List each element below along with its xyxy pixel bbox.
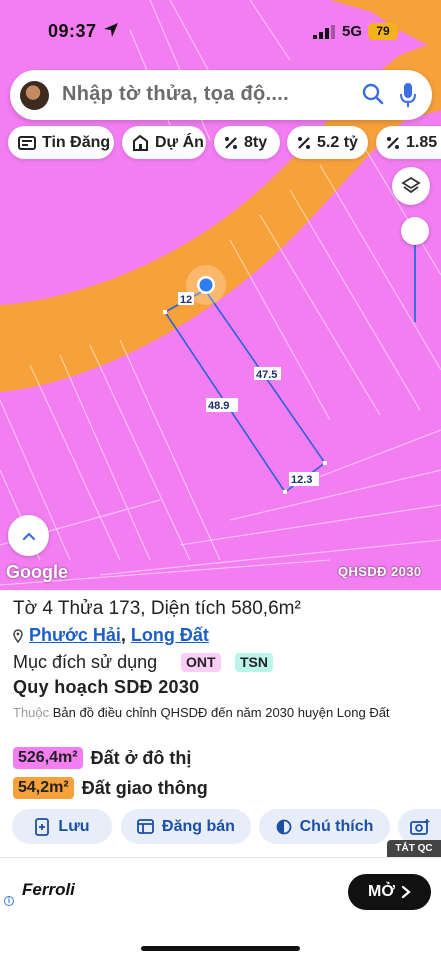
filter-chips: Tin Đăng Dự Án 8ty 5.2 tỷ 1.85 (0, 126, 441, 160)
percent-icon (225, 136, 237, 149)
opacity-slider-knob[interactable] (401, 217, 429, 245)
ad-open-button[interactable]: MỞ (348, 874, 431, 910)
parcel-location: Phước Hải, Long Đất (13, 625, 209, 646)
parcel-edge-labels: 12 47.5 48.9 12.3 (178, 292, 319, 486)
save-button[interactable]: Lưu (12, 809, 112, 844)
plan-title: Quy hoạch SDĐ 2030 (13, 677, 200, 697)
area-row-residential: 526,4m² Đất ở đô thị (13, 747, 191, 769)
battery-icon: 79 (368, 23, 398, 40)
parcel-title: Tờ 4 Thửa 173, Diện tích 580,6m² (13, 598, 301, 619)
building-icon (133, 134, 148, 151)
legend-label: Chú thích (299, 817, 374, 835)
network-type: 5G (342, 23, 363, 40)
layers-button[interactable] (392, 167, 430, 205)
clock: 09:37 (48, 21, 97, 41)
map-view[interactable]: 12 47.5 48.9 12.3 09:37 5G 79 Nhập tờ th… (0, 0, 441, 590)
district-link[interactable]: Long Đất (131, 625, 209, 645)
action-buttons: Lưu Đăng bán Chú thích (0, 809, 441, 845)
legend-icon (276, 819, 292, 834)
chip-label: 5.2 tỷ (317, 133, 358, 151)
current-location-icon (199, 278, 213, 292)
chip-label: Dự Án (155, 133, 204, 151)
chip-5-2-ty[interactable]: 5.2 tỷ (287, 126, 368, 159)
post-listing-button[interactable]: Đăng bán (121, 809, 251, 844)
chevron-right-icon (401, 886, 411, 898)
plan-description: Thuộc Bản đồ điều chỉnh QHSDĐ đến năm 20… (13, 703, 433, 723)
map-pin-icon (13, 629, 23, 644)
edge-label-left: 48.9 (208, 400, 229, 412)
save-label: Lưu (58, 817, 90, 835)
percent-icon (387, 136, 399, 149)
ad-info-icon[interactable]: i (4, 896, 14, 906)
search-input[interactable]: Nhập tờ thửa, tọa độ.... (62, 83, 289, 106)
chip-label: 1.85 (406, 133, 438, 151)
area-name: Đất ở đô thị (90, 747, 192, 768)
area-value: 54,2m² (13, 777, 74, 799)
chip-du-an[interactable]: Dự Án (122, 126, 206, 159)
area-value: 526,4m² (13, 747, 83, 769)
search-icon[interactable] (362, 83, 384, 105)
map-layer-label: QHSDĐ 2030 (338, 564, 422, 579)
ad-brand-logo: Ferroli (22, 880, 75, 899)
home-indicator (141, 946, 300, 951)
chip-8ty[interactable]: 8ty (214, 126, 280, 159)
camera-button[interactable] (398, 809, 441, 844)
google-logo: Google (6, 562, 68, 582)
post-listing-icon (137, 819, 154, 834)
area-name: Đất giao thông (81, 777, 208, 798)
search-bar[interactable]: Nhập tờ thửa, tọa độ.... (10, 70, 432, 120)
ad-banner[interactable]: i Ferroli MỞ (0, 857, 441, 927)
status-bar: 09:37 5G 79 (0, 0, 441, 62)
save-icon (35, 817, 50, 836)
parcel-vertices (163, 310, 327, 494)
plan-prefix: Thuộc (13, 705, 50, 720)
parcel-info-panel: Tờ 4 Thửa 173, Diện tích 580,6m² Phước H… (0, 590, 441, 855)
chip-label: Tin Đăng (42, 133, 111, 151)
chip-label: 8ty (244, 133, 268, 151)
plan-source: Bản đồ điều chỉnh QHSDĐ đến năm 2030 huy… (52, 705, 390, 720)
avatar[interactable] (20, 81, 49, 110)
land-use-tag-tsn: TSN (235, 653, 273, 672)
close-ad-button[interactable]: TẮT QC (387, 840, 441, 857)
location-arrow-icon (104, 23, 118, 37)
percent-icon (298, 136, 310, 149)
purpose-label: Mục đích sử dụng (13, 652, 158, 672)
post-listing-label: Đăng bán (162, 817, 235, 835)
ad-open-label: MỞ (368, 883, 395, 900)
chip-tin-dang[interactable]: Tin Đăng (8, 126, 114, 159)
layers-icon (401, 176, 421, 194)
cell-signal-icon (313, 25, 335, 39)
edge-label-bottom: 12.3 (291, 474, 312, 486)
legend-button[interactable]: Chú thích (259, 809, 390, 844)
land-use-tag-ont: ONT (181, 653, 221, 672)
ward-link[interactable]: Phước Hải (29, 625, 121, 645)
camera-icon (410, 819, 430, 835)
chevron-up-icon (22, 531, 35, 540)
edge-label-right: 47.5 (256, 369, 277, 381)
listing-icon (18, 135, 36, 150)
location-separator: , (120, 625, 126, 645)
opacity-slider-track[interactable] (414, 232, 416, 322)
expand-panel-button[interactable] (8, 515, 49, 556)
microphone-icon[interactable] (399, 82, 417, 108)
area-row-road: 54,2m² Đất giao thông (13, 777, 208, 799)
chip-1-85[interactable]: 1.85 (376, 126, 441, 159)
